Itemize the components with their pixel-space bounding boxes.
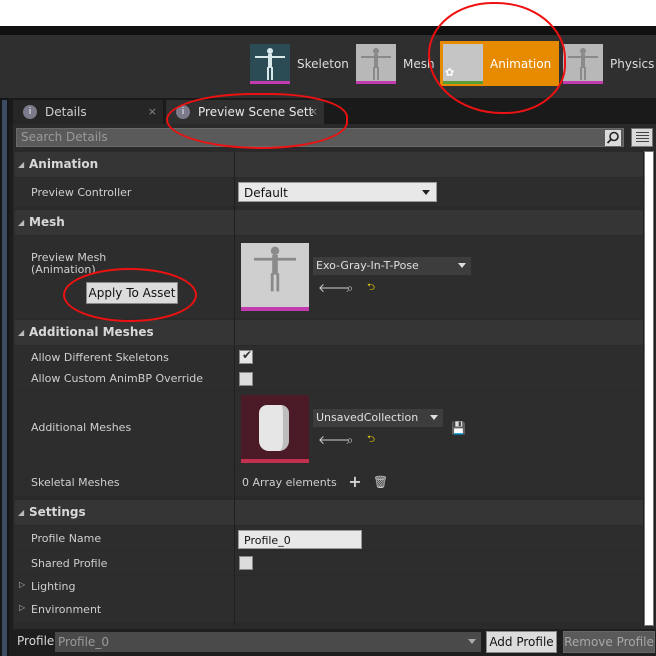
dropdown-value: UnsavedCollection — [316, 411, 419, 424]
skeleton-thumb-icon — [250, 43, 290, 84]
property-label: Allow Custom AnimBP Override — [31, 372, 204, 385]
chevron-down-icon — [458, 263, 466, 268]
mesh-thumbnail[interactable] — [241, 243, 309, 311]
property-shared-profile: Shared Profile — [15, 551, 643, 575]
mode-tab-label: Physics — [610, 56, 655, 71]
collapse-arrow-icon: ◢ — [18, 508, 25, 517]
expand-arrow-icon: ▷ — [19, 603, 26, 612]
chevron-down-icon — [468, 639, 476, 644]
collapse-arrow-icon: ◢ — [18, 218, 25, 227]
allow-custom-animbp-checkbox[interactable] — [239, 372, 253, 386]
property-environment[interactable]: ▷ Environment — [15, 598, 643, 622]
property-skeletal-meshes: Skeletal Meshes 0 Array elements — [15, 468, 643, 496]
checkmark-icon: ✔ — [242, 348, 253, 362]
profile-dropdown[interactable]: Profile_0 — [55, 632, 481, 652]
property-label: Environment — [31, 603, 102, 616]
browse-search-icon[interactable]: ⌕ — [343, 281, 357, 295]
mesh-thumb-icon — [356, 43, 396, 84]
category-settings[interactable]: ◢ Settings — [15, 500, 643, 525]
property-additional-meshes: Additional Meshes — [15, 391, 643, 467]
category-animation[interactable]: ◢ Animation — [15, 152, 643, 177]
category-mesh[interactable]: ◢ Mesh — [15, 210, 643, 235]
add-element-icon[interactable]: + — [348, 474, 362, 490]
chevron-down-icon — [430, 415, 438, 420]
property-label: Lighting — [31, 580, 76, 593]
search-icon[interactable] — [605, 130, 621, 146]
property-label: Skeletal Meshes — [31, 476, 120, 489]
property-label: Additional Meshes — [31, 421, 132, 434]
property-label: Preview Controller — [31, 186, 132, 199]
tab-label: Details — [45, 105, 87, 119]
category-additional-meshes[interactable]: ◢ Additional Meshes — [15, 320, 643, 345]
category-title: Mesh — [29, 215, 65, 229]
details-icon: i — [23, 105, 37, 119]
expand-arrow-icon: ▷ — [19, 580, 26, 589]
browse-search-icon[interactable]: ⌕ — [343, 433, 357, 447]
dropdown-value: Profile_0 — [58, 635, 109, 649]
property-allow-different-skeletons: Allow Different Skeletons — [15, 346, 643, 368]
dropdown-value: Default — [244, 186, 288, 200]
collection-thumbnail[interactable] — [241, 395, 309, 463]
annotation-circle-apply-button — [63, 268, 197, 322]
property-label: Shared Profile — [31, 557, 108, 570]
property-allow-custom-animbp: Allow Custom AnimBP Override — [15, 368, 643, 390]
profile-name-field[interactable]: Profile_0 — [238, 530, 362, 549]
allow-different-skeletons-checkbox[interactable]: ✔ — [239, 348, 253, 364]
shared-profile-checkbox[interactable] — [239, 556, 253, 570]
trash-icon[interactable]: 🗑 — [373, 475, 388, 489]
array-count: 0 Array elements — [242, 476, 337, 489]
mode-tab-mesh[interactable]: Mesh — [356, 41, 435, 86]
physics-thumb-icon — [563, 43, 603, 84]
preview-controller-dropdown[interactable]: Default — [238, 182, 437, 202]
reset-arrow-icon[interactable]: ⮌ — [364, 433, 378, 447]
left-dock-strip — [0, 98, 9, 656]
profile-label: Profile — [17, 634, 55, 648]
collapse-arrow-icon: ◢ — [18, 328, 25, 337]
top-white-strip — [0, 0, 656, 26]
property-lighting[interactable]: ▷ Lighting — [15, 576, 643, 598]
remove-profile-button[interactable]: Remove Profile — [563, 631, 655, 653]
collapse-arrow-icon: ◢ — [18, 160, 25, 169]
reset-arrow-icon[interactable]: ⮌ — [364, 281, 378, 295]
mode-tab-skeleton[interactable]: Skeleton — [250, 41, 349, 86]
add-profile-button[interactable]: Add Profile — [486, 631, 557, 653]
close-icon[interactable]: × — [148, 105, 157, 118]
category-title: Additional Meshes — [29, 325, 154, 339]
scrollbar[interactable] — [643, 151, 655, 626]
view-options-icon[interactable] — [631, 128, 653, 147]
column-separator[interactable] — [234, 152, 235, 626]
chevron-down-icon — [422, 190, 430, 195]
tab-details[interactable]: i Details × — [13, 100, 163, 124]
use-selected-arrow-icon[interactable]: 🡐 — [318, 433, 350, 447]
save-icon[interactable]: 💾 — [451, 421, 466, 435]
property-label: Allow Different Skeletons — [31, 351, 169, 364]
scrollbar-thumb[interactable] — [644, 151, 654, 626]
use-selected-arrow-icon[interactable]: 🡐 — [318, 281, 350, 295]
mode-tab-physics[interactable]: Physics — [563, 41, 654, 86]
preview-mesh-dropdown[interactable]: Exo-Gray-In-T-Pose — [313, 257, 471, 275]
mode-tab-label: Skeleton — [297, 56, 349, 71]
category-title: Animation — [29, 157, 99, 171]
collection-dropdown[interactable]: UnsavedCollection — [313, 409, 443, 427]
category-title: Settings — [29, 505, 86, 519]
property-label: Profile Name — [31, 532, 102, 545]
dropdown-value: Exo-Gray-In-T-Pose — [316, 259, 419, 272]
